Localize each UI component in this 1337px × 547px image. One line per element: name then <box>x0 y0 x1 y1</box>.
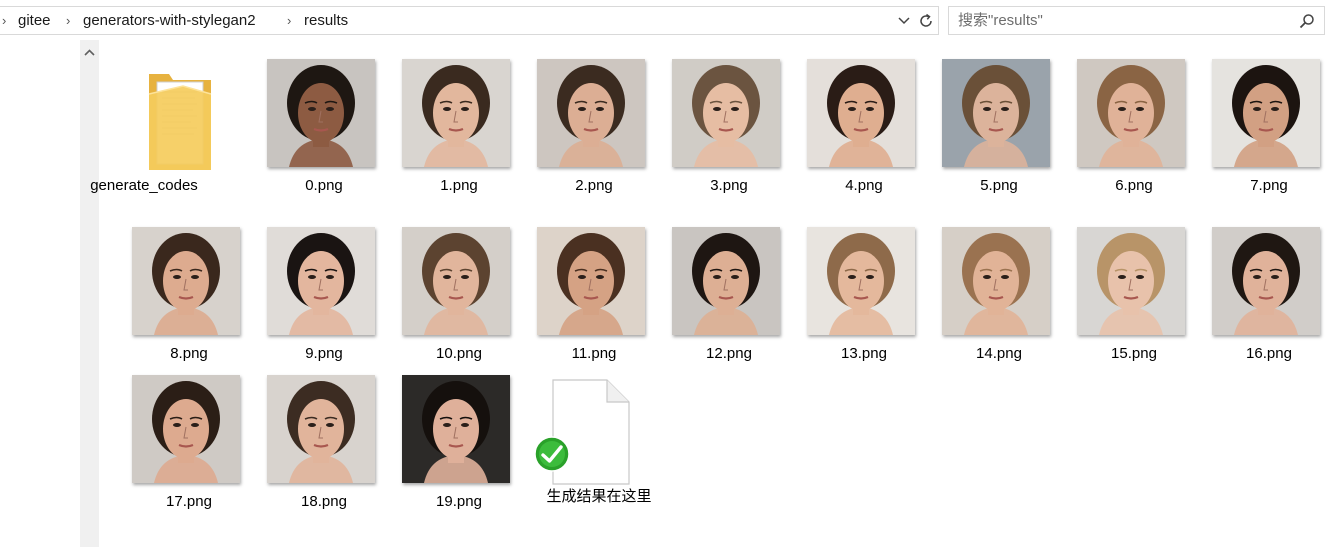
image-file-item[interactable]: 14.png <box>909 208 1050 373</box>
image-thumbnail <box>402 375 510 483</box>
chevron-right-icon[interactable]: › <box>287 7 291 34</box>
folder-name: generate_codes <box>90 177 198 194</box>
image-file-item[interactable]: 6.png <box>1044 40 1185 205</box>
image-thumbnail <box>942 227 1050 335</box>
search-input[interactable]: 搜索"results" <box>958 7 1043 34</box>
search-icon[interactable] <box>1299 13 1315 29</box>
image-file-item[interactable]: 7.png <box>1179 40 1320 205</box>
image-thumbnail <box>1077 227 1185 335</box>
file-name: 生成结果在这里 <box>546 488 652 505</box>
navigation-bar: › gitee › generators-with-stylegan2 › re… <box>0 0 1337 40</box>
vertical-scrollbar[interactable] <box>80 40 99 547</box>
image-thumbnail <box>942 59 1050 167</box>
refresh-icon[interactable] <box>917 12 935 30</box>
image-file-item[interactable]: 9.png <box>234 208 375 373</box>
chevron-right-icon[interactable]: › <box>2 7 6 34</box>
file-name: 16.png <box>1246 345 1292 362</box>
image-file-item[interactable]: 15.png <box>1044 208 1185 373</box>
file-name: 19.png <box>436 493 482 510</box>
address-bar[interactable]: › gitee › generators-with-stylegan2 › re… <box>0 6 939 35</box>
image-thumbnail <box>1212 227 1320 335</box>
folder-icon <box>148 74 212 170</box>
image-file-item[interactable]: 1.png <box>369 40 510 205</box>
navigation-pane <box>0 40 80 547</box>
image-file-item[interactable]: 8.png <box>99 208 240 373</box>
scroll-up-arrow-icon[interactable] <box>80 44 99 63</box>
chevron-right-icon[interactable]: › <box>66 7 70 34</box>
image-file-item[interactable]: 12.png <box>639 208 780 373</box>
image-file-item[interactable]: 5.png <box>909 40 1050 205</box>
chevron-down-icon[interactable] <box>896 13 912 29</box>
image-thumbnail <box>267 227 375 335</box>
sync-check-icon <box>534 436 570 472</box>
file-list: generate_codes 0.png 1.png 2.png 3.png 4… <box>90 40 1337 547</box>
image-thumbnail <box>537 59 645 167</box>
image-file-item[interactable]: 11.png <box>504 208 645 373</box>
image-file-item[interactable]: 18.png <box>234 356 375 521</box>
folder-item[interactable]: generate_codes <box>90 40 234 205</box>
image-thumbnail <box>672 59 780 167</box>
breadcrumb-results[interactable]: results <box>304 7 348 34</box>
image-file-item[interactable]: 0.png <box>234 40 375 205</box>
image-file-item[interactable]: 10.png <box>369 208 510 373</box>
image-thumbnail <box>807 59 915 167</box>
image-thumbnail <box>1212 59 1320 167</box>
file-name: 7.png <box>1250 177 1288 194</box>
search-box[interactable]: 搜索"results" <box>948 6 1325 35</box>
image-thumbnail <box>402 59 510 167</box>
image-file-item[interactable]: 13.png <box>774 208 915 373</box>
image-thumbnail <box>132 227 240 335</box>
image-thumbnail <box>402 227 510 335</box>
image-thumbnail <box>132 375 240 483</box>
image-file-item[interactable]: 4.png <box>774 40 915 205</box>
image-file-item[interactable]: 2.png <box>504 40 645 205</box>
breadcrumb-generators-with-stylegan2[interactable]: generators-with-stylegan2 <box>83 7 256 34</box>
image-file-item[interactable]: 19.png <box>369 356 510 521</box>
image-thumbnail <box>537 227 645 335</box>
image-file-item[interactable]: 17.png <box>99 356 240 521</box>
text-file-item[interactable]: 生成结果在这里 <box>534 356 669 521</box>
image-thumbnail <box>672 227 780 335</box>
image-file-item[interactable]: 3.png <box>639 40 780 205</box>
image-thumbnail <box>267 375 375 483</box>
image-thumbnail <box>1077 59 1185 167</box>
image-thumbnail <box>267 59 375 167</box>
breadcrumb-gitee[interactable]: gitee <box>18 7 51 34</box>
image-thumbnail <box>807 227 915 335</box>
image-file-item[interactable]: 16.png <box>1179 208 1320 373</box>
